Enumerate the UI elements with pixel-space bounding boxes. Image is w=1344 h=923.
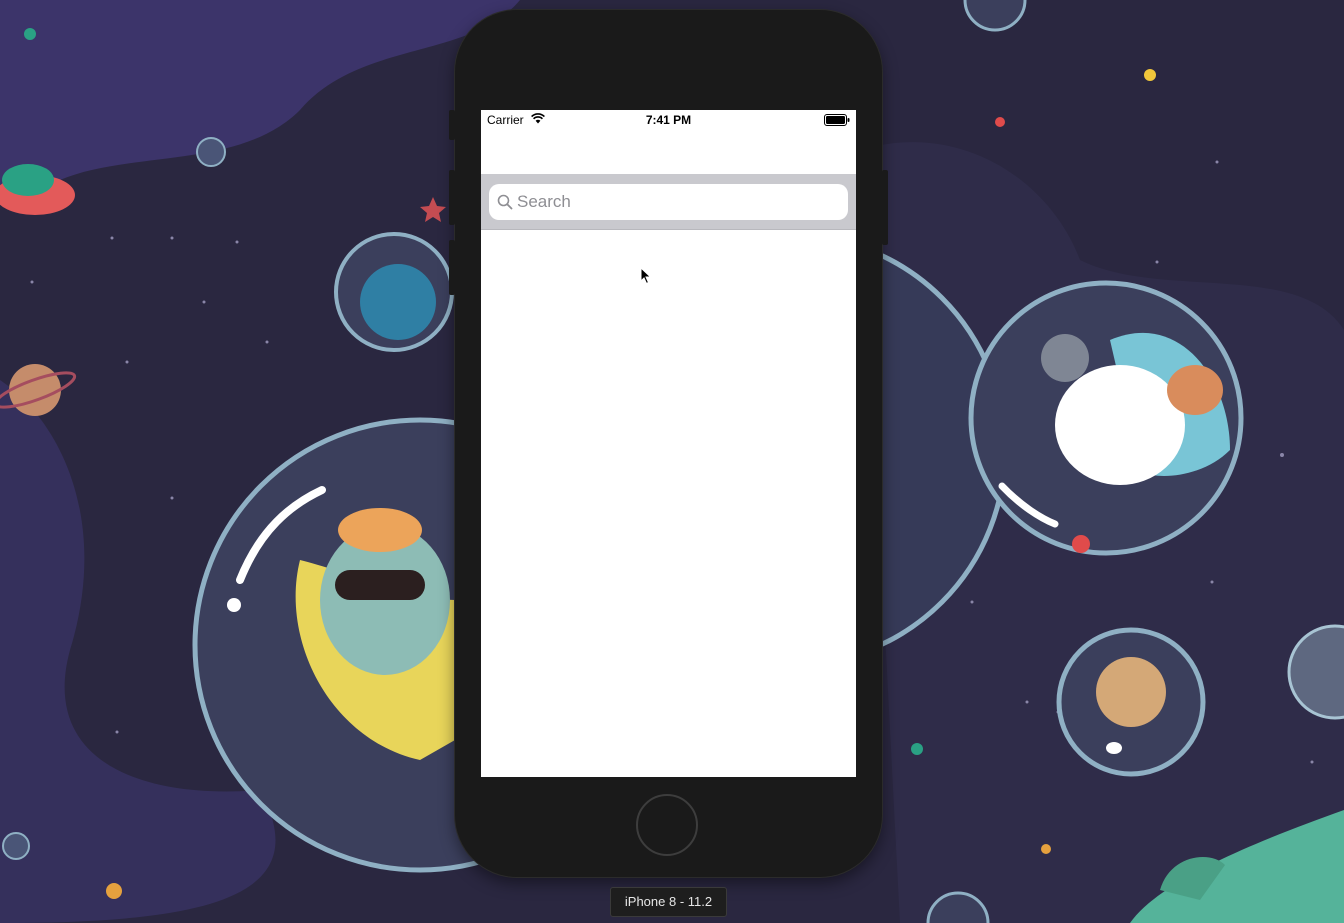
- table-view[interactable]: [481, 230, 856, 777]
- search-bar: [481, 174, 856, 230]
- volume-up-button: [449, 170, 455, 225]
- battery-full-icon: [824, 114, 850, 126]
- volume-down-button: [449, 240, 455, 295]
- home-button[interactable]: [636, 794, 698, 856]
- magnifying-glass-icon: [497, 194, 513, 210]
- navigation-bar: [481, 130, 856, 174]
- search-input[interactable]: [517, 184, 837, 220]
- mouse-pointer-icon: [640, 267, 652, 285]
- device-screen: Carrier 7:41 PM: [481, 110, 856, 777]
- mute-switch: [449, 110, 455, 140]
- status-bar: Carrier 7:41 PM: [481, 110, 856, 130]
- power-button: [882, 170, 888, 245]
- status-time: 7:41 PM: [645, 113, 692, 127]
- simulator-device-label: iPhone 8 - 11.2: [610, 887, 727, 917]
- search-field[interactable]: [489, 184, 848, 220]
